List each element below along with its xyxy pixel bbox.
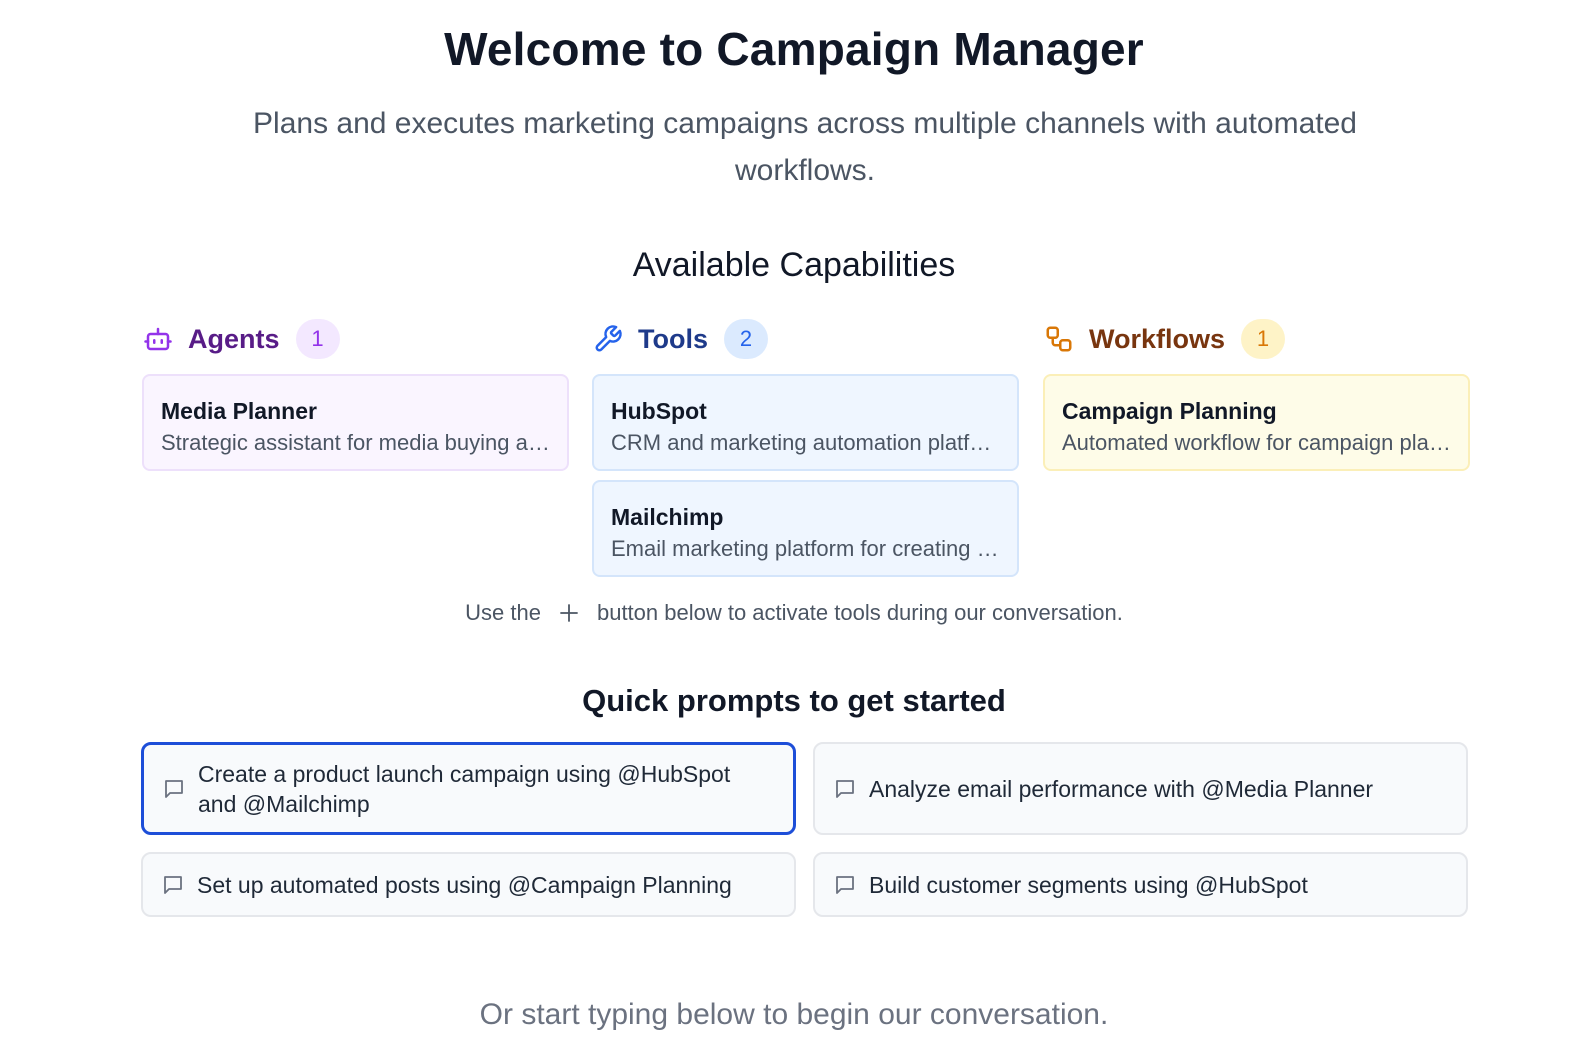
agents-column: Agents 1 Media Planner Strategic assista… (142, 318, 569, 480)
agents-label: Agents (188, 323, 280, 354)
quick-prompt-text: Analyze email performance with @Media Pl… (869, 775, 1374, 802)
tools-column: Tools 2 HubSpot CRM and marketing automa… (592, 318, 1019, 586)
card-description: CRM and marketing automation platform (611, 430, 1000, 455)
message-icon (833, 873, 857, 897)
card-name: Mailchimp (611, 504, 724, 530)
card-name: Campaign Planning (1062, 398, 1277, 424)
workflows-header: Workflows 1 (1043, 318, 1470, 360)
hint-text-after: button below to activate tools during ou… (596, 600, 1123, 625)
capabilities-title: Available Capabilities (632, 246, 956, 284)
page-subtitle: Plans and executes marketing campaigns a… (253, 107, 1357, 187)
tools-count-badge: 2 (724, 319, 768, 359)
quick-prompt-button[interactable]: Create a product launch campaign using @… (141, 742, 796, 835)
card-description: Email marketing platform for creating ca… (611, 536, 1000, 561)
message-icon (833, 777, 857, 801)
quick-prompt-button[interactable]: Analyze email performance with @Media Pl… (813, 742, 1468, 835)
quick-prompt-button[interactable]: Build customer segments using @HubSpot (813, 852, 1468, 917)
wrench-icon (592, 323, 624, 355)
activate-tools-hint: Use the button below to activate tools d… (0, 600, 1588, 626)
quick-prompt-button[interactable]: Set up automated posts using @Campaign P… (141, 852, 796, 917)
quick-prompt-text: Create a product launch campaign using @… (198, 760, 731, 817)
quick-prompt-text: Set up automated posts using @Campaign P… (197, 871, 732, 898)
workflow-card-campaign-planning[interactable]: Campaign Planning Automated workflow for… (1043, 374, 1470, 471)
plus-icon (557, 601, 581, 625)
card-description: Automated workflow for campaign planning (1062, 430, 1451, 455)
card-name: Media Planner (161, 398, 317, 424)
card-description: Strategic assistant for media buying and… (161, 430, 550, 455)
message-icon (162, 777, 186, 801)
workflow-icon (1043, 323, 1075, 355)
start-typing-hint: Or start typing below to begin our conve… (479, 998, 1109, 1031)
tools-label: Tools (638, 323, 708, 354)
workflows-count-badge: 1 (1241, 319, 1286, 359)
welcome-page: Welcome to Campaign Manager Plans and ex… (0, 0, 1588, 1044)
card-name: HubSpot (611, 398, 707, 424)
agents-count-badge: 1 (295, 319, 340, 359)
tool-card-mailchimp[interactable]: Mailchimp Email marketing platform for c… (592, 480, 1019, 577)
message-icon (161, 873, 185, 897)
tool-card-hubspot[interactable]: HubSpot CRM and marketing automation pla… (592, 374, 1019, 471)
robot-icon (142, 323, 174, 355)
hint-text-before: Use the (465, 600, 541, 625)
workflows-column: Workflows 1 Campaign Planning Automated … (1043, 318, 1470, 480)
quick-prompts-title: Quick prompts to get started (582, 683, 1006, 718)
quick-prompt-text: Build customer segments using @HubSpot (869, 871, 1308, 898)
page-title: Welcome to Campaign Manager (444, 23, 1144, 75)
workflows-label: Workflows (1089, 323, 1226, 354)
agents-header: Agents 1 (142, 318, 569, 360)
tools-header: Tools 2 (592, 318, 1019, 360)
agent-card-media-planner[interactable]: Media Planner Strategic assistant for me… (142, 374, 569, 471)
